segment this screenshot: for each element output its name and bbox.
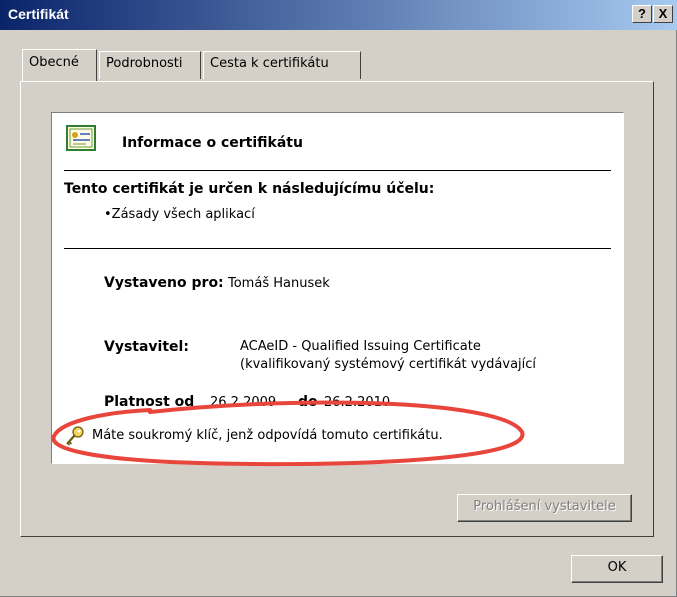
info-title: Informace o certifikátu — [122, 135, 303, 151]
help-button[interactable]: ? — [632, 5, 652, 23]
valid-to-label: do — [298, 394, 318, 410]
tab-certification-path[interactable]: Cesta k certifikátu — [203, 51, 361, 79]
valid-from-label: Platnost od — [104, 394, 195, 410]
valid-from-value: 26.2.2009 — [210, 395, 277, 410]
issuer-value-line2: (kvalifikovaný systémový certifikát vydá… — [240, 357, 537, 372]
valid-to-value: 26.2.2010 — [324, 395, 391, 410]
divider — [64, 170, 611, 171]
window-title: Certifikát — [8, 6, 69, 22]
issued-to-label: Vystaveno pro: — [104, 275, 224, 291]
title-bar[interactable]: Certifikát ? X — [0, 0, 677, 30]
certificate-info-box: Informace o certifikátu Tento certifikát… — [51, 112, 624, 464]
purpose-item: •Zásady všech aplikací — [104, 207, 255, 222]
issued-to-value: Tomáš Hanusek — [228, 276, 330, 291]
tab-details[interactable]: Podrobnosti — [99, 51, 201, 79]
tab-general[interactable]: Obecné — [22, 49, 97, 81]
purpose-heading: Tento certifikát je určen k následujícím… — [64, 181, 435, 197]
certificate-icon — [66, 125, 96, 151]
general-tab-panel: Informace o certifikátu Tento certifikát… — [20, 81, 654, 537]
ok-button[interactable]: OK — [571, 555, 663, 583]
key-icon — [66, 426, 84, 446]
private-key-note: Máte soukromý klíč, jenž odpovídá tomuto… — [92, 428, 443, 443]
issuer-statement-button[interactable]: Prohlášení vystavitele — [457, 494, 632, 522]
certificate-dialog: Certifikát ? X Obecné Podrobnosti Cesta … — [0, 0, 677, 597]
issuer-value-line1: ACAeID - Qualified Issuing Certificate — [240, 339, 481, 354]
issuer-label: Vystavitel: — [104, 339, 189, 355]
divider — [64, 248, 611, 249]
close-button[interactable]: X — [653, 5, 673, 23]
